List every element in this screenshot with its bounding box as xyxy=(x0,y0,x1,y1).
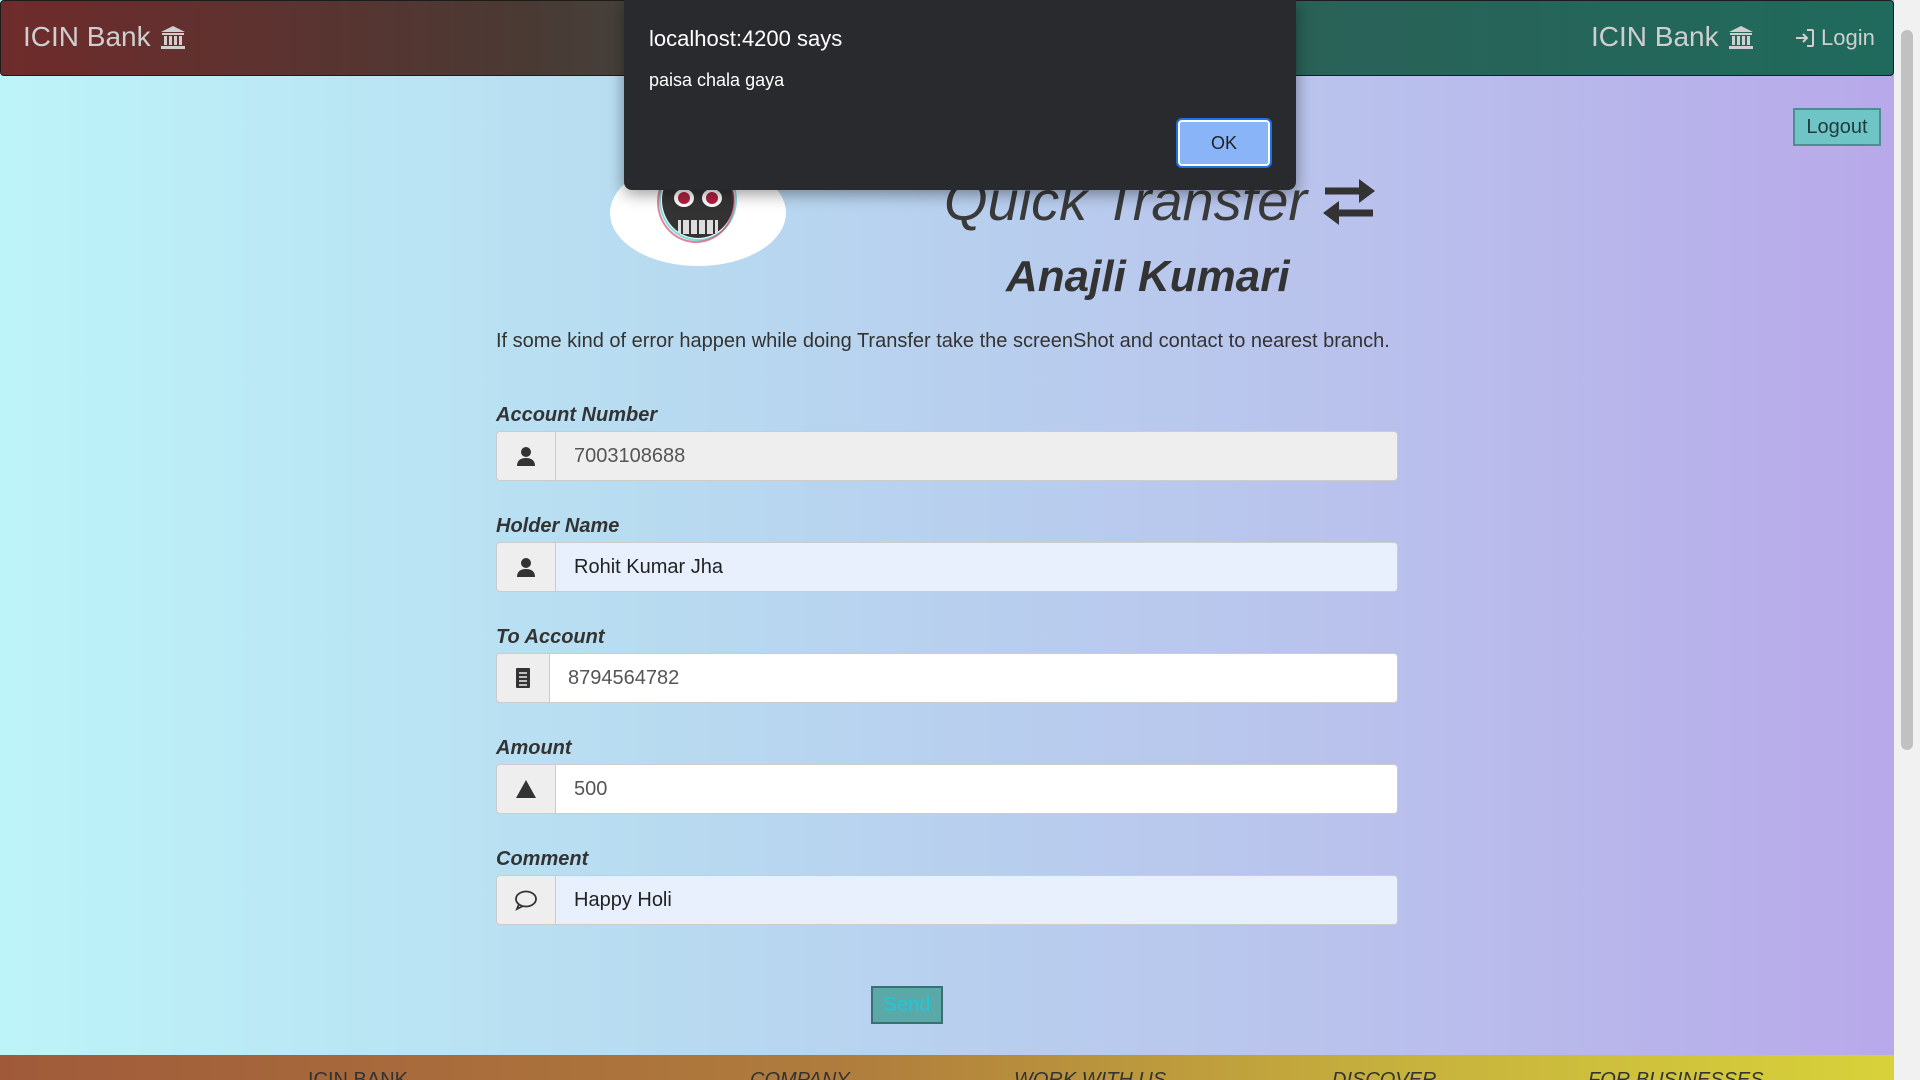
send-label: Send xyxy=(883,993,931,1016)
account-number-input[interactable] xyxy=(556,432,1397,480)
brand-left-label: ICIN Bank xyxy=(23,21,151,52)
footer-column-icin-bank[interactable]: ICIN BANK xyxy=(308,1069,408,1080)
footer-column-discover[interactable]: DISCOVER xyxy=(1332,1069,1436,1080)
login-label: Login xyxy=(1821,25,1875,50)
transfer-arrows-icon xyxy=(1323,178,1376,225)
amount-label: Amount xyxy=(496,737,572,759)
account-number-field[interactable] xyxy=(496,431,1398,481)
to-account-input[interactable] xyxy=(550,654,1397,702)
error-notice: If some kind of error happen while doing… xyxy=(496,330,1390,352)
logout-button[interactable]: Logout xyxy=(1793,108,1881,146)
comment-addon xyxy=(497,876,556,924)
holder-name-label: Holder Name xyxy=(496,515,620,537)
scrollbar-thumb[interactable] xyxy=(1901,30,1913,750)
amount-addon xyxy=(497,765,556,813)
send-button[interactable]: Send xyxy=(871,986,943,1024)
login-icon xyxy=(1796,29,1814,47)
to-account-field[interactable] xyxy=(496,653,1398,703)
brand-left[interactable]: ICIN Bank xyxy=(23,21,187,53)
holder-name-field[interactable] xyxy=(496,542,1398,592)
user-icon xyxy=(517,447,535,466)
footer-column-for-businesses[interactable]: FOR BUSINESSES xyxy=(1588,1069,1764,1080)
holder-name-input[interactable] xyxy=(556,543,1397,591)
warning-triangle-icon xyxy=(516,780,536,798)
alert-dialog: localhost:4200 says paisa chala gaya OK xyxy=(624,0,1296,190)
account-number-label: Account Number xyxy=(496,404,658,426)
brand-right[interactable]: ICIN Bank xyxy=(1591,21,1755,53)
login-link[interactable]: Login xyxy=(1793,25,1875,51)
to-account-addon xyxy=(497,654,550,702)
account-number-addon xyxy=(497,432,556,480)
footer: ICIN BANK COMPANY WORK WITH US DISCOVER … xyxy=(0,1055,1894,1080)
comment-bubble-icon xyxy=(515,890,537,911)
dialog-title: localhost:4200 says xyxy=(649,26,843,51)
logout-label: Logout xyxy=(1806,115,1868,138)
footer-column-company[interactable]: COMPANY xyxy=(750,1069,850,1080)
to-account-label: To Account xyxy=(496,626,605,648)
holder-name-addon xyxy=(497,543,556,591)
dialog-ok-label: OK xyxy=(1210,132,1237,153)
dialog-ok-button[interactable]: OK xyxy=(1176,118,1272,168)
user-icon xyxy=(517,558,535,577)
page-scrollbar[interactable] xyxy=(1894,0,1920,1080)
amount-field[interactable] xyxy=(496,764,1398,814)
brand-right-label: ICIN Bank xyxy=(1591,21,1719,52)
ledger-icon xyxy=(516,668,530,688)
dialog-message: paisa chala gaya xyxy=(649,70,785,90)
bank-icon xyxy=(160,26,185,49)
comment-label: Comment xyxy=(496,848,589,870)
footer-column-work-with-us[interactable]: WORK WITH US xyxy=(1014,1069,1166,1080)
bank-icon xyxy=(1728,26,1753,49)
user-name: Anajli Kumari xyxy=(1006,252,1290,301)
comment-field[interactable] xyxy=(496,875,1398,925)
comment-input[interactable] xyxy=(556,876,1397,924)
amount-input[interactable] xyxy=(556,765,1397,813)
